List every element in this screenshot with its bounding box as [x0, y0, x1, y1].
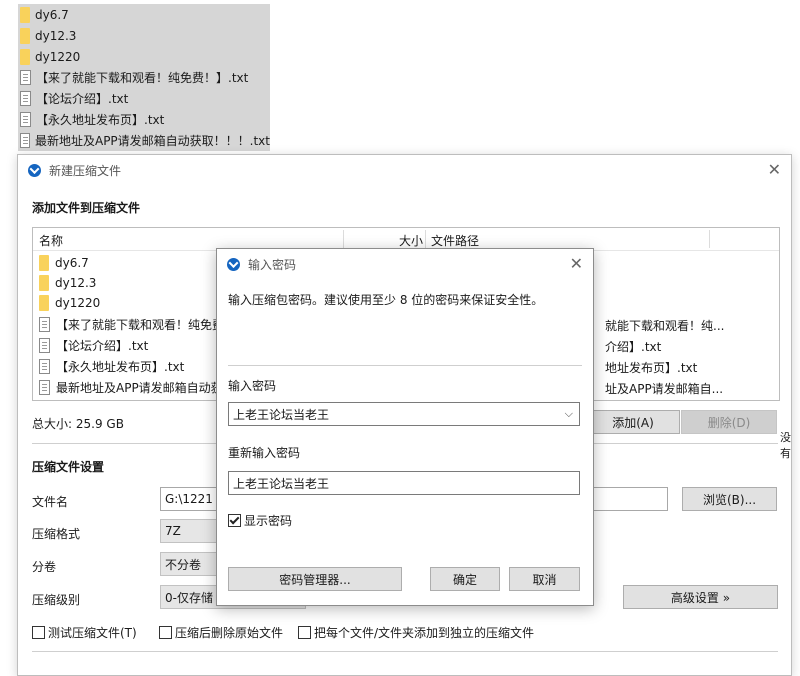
format-label: 压缩格式: [32, 527, 81, 541]
enter-password-label: 输入密码: [228, 379, 277, 393]
column-divider[interactable]: [425, 230, 426, 248]
advanced-settings-button[interactable]: 高级设置 »: [623, 585, 778, 609]
folder-icon: [20, 6, 30, 23]
password-instruction: 输入压缩包密码。建议使用至少 8 位的密码来保证安全性。: [228, 293, 544, 307]
browse-button[interactable]: 浏览(B)...: [682, 487, 777, 511]
password-manager-button[interactable]: 密码管理器...: [228, 567, 402, 591]
folder-icon: [20, 27, 30, 44]
text-file-icon: [20, 133, 30, 148]
column-path[interactable]: 文件路径: [431, 232, 479, 249]
file-path-cell: 址及APP请发邮箱自...: [605, 382, 724, 396]
list-item[interactable]: 【来了就能下载和观看！纯免费: [39, 314, 224, 334]
app-logo-icon: [227, 257, 240, 271]
total-size: 总大小: 25.9 GB: [32, 417, 124, 431]
add-button[interactable]: 添加(A): [586, 410, 680, 434]
desktop-item[interactable]: dy12.3: [18, 25, 270, 46]
format-select[interactable]: 7Z: [160, 519, 220, 543]
test-archive-checkbox[interactable]: 测试压缩文件(T): [32, 624, 137, 641]
split-label: 分卷: [32, 560, 57, 574]
chevron-down-icon[interactable]: ⌵: [565, 407, 573, 421]
text-file-icon: [39, 316, 50, 332]
file-path-cell: 地址发布页】.txt: [605, 361, 698, 375]
divider: [32, 651, 778, 652]
desktop-item[interactable]: dy6.7: [18, 4, 270, 25]
list-item[interactable]: 【论坛介绍】.txt: [39, 335, 148, 355]
delete-after-compress-checkbox[interactable]: 压缩后删除原始文件: [159, 624, 283, 641]
password-input[interactable]: 上老王论坛当老王 ⌵: [228, 402, 580, 426]
app-logo-icon: [28, 163, 41, 177]
checkbox-icon: [32, 626, 45, 639]
column-size[interactable]: 大小: [399, 232, 423, 249]
desktop-item[interactable]: dy1220: [18, 46, 270, 67]
password-dialog-title-bar: 输入密码 ✕: [217, 249, 593, 279]
filename-label: 文件名: [32, 495, 69, 509]
cancel-button[interactable]: 取消: [509, 567, 580, 591]
list-item[interactable]: dy1220: [39, 293, 100, 313]
text-file-icon: [20, 70, 31, 85]
reenter-password-input[interactable]: 上老王论坛当老王: [228, 471, 580, 495]
column-name[interactable]: 名称: [39, 232, 63, 249]
separate-archives-checkbox[interactable]: 把每个文件/文件夹添加到独立的压缩文件: [298, 624, 534, 641]
divider: [228, 365, 582, 366]
checkbox-checked-icon: [228, 514, 241, 527]
text-file-icon: [39, 358, 50, 374]
list-item[interactable]: 最新地址及APP请发邮箱自动获: [39, 377, 223, 397]
folder-icon: [39, 275, 49, 291]
dialog-title: 新建压缩文件: [49, 163, 122, 178]
column-divider[interactable]: [343, 230, 344, 248]
close-icon[interactable]: ✕: [768, 160, 781, 179]
reenter-password-label: 重新输入密码: [228, 446, 301, 460]
desktop-item[interactable]: 【来了就能下载和观看！纯免费！】.txt: [18, 67, 270, 88]
text-file-icon: [20, 112, 31, 127]
text-file-icon: [39, 379, 50, 395]
delete-button[interactable]: 删除(D): [681, 410, 777, 434]
edge-text: 没有: [780, 431, 791, 460]
ok-button[interactable]: 确定: [430, 567, 500, 591]
folder-icon: [39, 255, 49, 271]
list-item[interactable]: dy6.7: [39, 253, 89, 273]
desktop-item[interactable]: 最新地址及APP请发邮箱自动获取！！！.txt: [18, 130, 270, 151]
file-path-cell: 就能下载和观看！纯...: [605, 319, 725, 333]
folder-icon: [20, 48, 30, 65]
split-select[interactable]: 不分卷: [160, 552, 220, 576]
password-dialog: 输入密码 ✕ 输入压缩包密码。建议使用至少 8 位的密码来保证安全性。 输入密码…: [216, 248, 594, 606]
checkbox-icon: [159, 626, 172, 639]
checkbox-icon: [298, 626, 311, 639]
settings-section-title: 压缩文件设置: [32, 460, 105, 474]
list-item[interactable]: 【永久地址发布页】.txt: [39, 356, 184, 376]
show-password-checkbox[interactable]: 显示密码: [228, 512, 292, 529]
level-label: 压缩级别: [32, 593, 81, 607]
add-files-section-title: 添加文件到压缩文件: [32, 201, 141, 215]
file-path-cell: 介绍】.txt: [605, 340, 662, 354]
desktop-item[interactable]: 【永久地址发布页】.txt: [18, 109, 270, 130]
password-dialog-title: 输入密码: [248, 257, 297, 272]
text-file-icon: [39, 337, 50, 353]
column-divider[interactable]: [709, 230, 710, 248]
text-file-icon: [20, 91, 31, 106]
folder-icon: [39, 295, 49, 311]
desktop-item[interactable]: 【论坛介绍】.txt: [18, 88, 270, 109]
dialog-title-bar: 新建压缩文件 ✕: [18, 155, 791, 185]
list-item[interactable]: dy12.3: [39, 273, 96, 293]
close-icon[interactable]: ✕: [570, 254, 583, 273]
